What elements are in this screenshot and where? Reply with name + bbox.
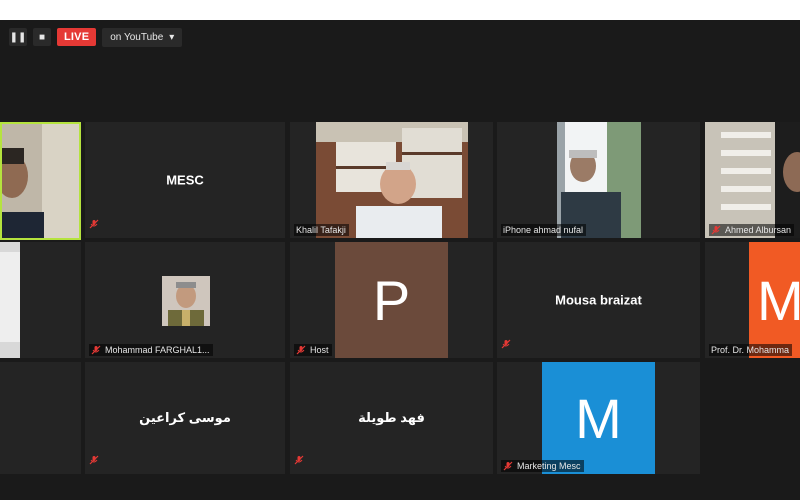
muted-mic-icon (503, 461, 513, 471)
participant-name: Mousa braizat (555, 292, 642, 308)
participant-tile-left-bottom[interactable] (0, 362, 81, 474)
muted-mic-icon (296, 345, 306, 355)
participant-tile-arabic2[interactable]: فهد طويلة (290, 362, 493, 474)
participant-name: Mohammad FARGHAL1... (105, 345, 210, 355)
stop-icon: ■ (38, 31, 46, 43)
avatar-m-orange: M (749, 242, 800, 358)
youtube-label: on YouTube (110, 31, 164, 43)
youtube-stream-dropdown[interactable]: on YouTube ▾ (102, 27, 183, 47)
muted-mic-icon (89, 452, 99, 470)
stop-button[interactable]: ■ (33, 28, 51, 46)
pause-button[interactable]: ❚❚ (9, 28, 27, 46)
top-white-strip (0, 0, 800, 20)
participant-tile-iphone[interactable]: iPhone ahmad nufal (497, 122, 700, 238)
pause-icon: ❚❚ (9, 31, 27, 43)
muted-mic-icon (501, 336, 511, 354)
participant-video-iphone (557, 122, 641, 238)
participant-name: Host (310, 345, 329, 355)
muted-mic-icon (91, 345, 101, 355)
participant-name: Marketing Mesc (517, 461, 581, 471)
participant-label: iPhone ahmad nufal (501, 224, 587, 236)
participant-name: Ahmed Albursan (725, 225, 792, 235)
participant-tile-khalil[interactable]: Khalil Tafakji (290, 122, 493, 238)
participant-label: Prof. Dr. Mohamma (709, 344, 793, 356)
muted-mic-icon (89, 216, 99, 234)
participant-tile-host[interactable]: P Host (290, 242, 493, 358)
participant-tile-left-mid[interactable] (0, 242, 81, 358)
participant-video-khalil (316, 122, 468, 238)
avatar-m-blue: M (542, 362, 655, 474)
participant-name: موسى كراعين (139, 410, 231, 425)
participant-tile-mousa[interactable]: Mousa braizat (497, 242, 700, 358)
avatar-letter: P (372, 268, 411, 332)
participant-tile-marketing[interactable]: M Marketing Mesc (497, 362, 700, 474)
participant-label: Khalil Tafakji (294, 224, 349, 236)
participant-name: iPhone ahmad nufal (503, 225, 584, 235)
participant-label: Ahmed Albursan (709, 224, 795, 236)
participant-photo-mohammad (162, 276, 210, 326)
avatar-letter: M (757, 268, 800, 332)
chevron-down-icon: ▾ (169, 31, 175, 43)
participant-label: Mohammad FARGHAL1... (89, 344, 213, 356)
participant-name: Prof. Dr. Mohamma (711, 345, 790, 355)
participant-tile-mesc[interactable]: MESC (85, 122, 285, 238)
avatar-p: P (335, 242, 448, 358)
muted-mic-icon (711, 225, 721, 235)
participant-tile-ahmed[interactable]: Ahmed Albursan (705, 122, 800, 238)
muted-mic-icon (294, 452, 304, 470)
participant-name: Khalil Tafakji (296, 225, 346, 235)
participant-name: فهد طويلة (358, 410, 425, 425)
participant-tile-arabic1[interactable]: موسى كراعين (85, 362, 285, 474)
participant-label: Marketing Mesc (501, 460, 584, 472)
participant-tile-prof[interactable]: M Prof. Dr. Mohamma (705, 242, 800, 358)
participant-video-ahmed (705, 122, 800, 238)
live-stream-toolbar: ❚❚ ■ LIVE on YouTube ▾ (9, 27, 183, 47)
participant-name: MESC (166, 172, 204, 188)
avatar-letter: M (575, 386, 622, 450)
live-badge: LIVE (57, 28, 97, 46)
video-stage: ❚❚ ■ LIVE on YouTube ▾ MESC Khalil Tafak… (0, 20, 800, 500)
participant-video-left-mid (0, 242, 20, 358)
participant-label: Host (294, 344, 332, 356)
participant-video-speaker (2, 124, 79, 238)
participant-tile-mohammad[interactable]: Mohammad FARGHAL1... (85, 242, 285, 358)
participant-tile-speaker[interactable] (0, 122, 81, 240)
